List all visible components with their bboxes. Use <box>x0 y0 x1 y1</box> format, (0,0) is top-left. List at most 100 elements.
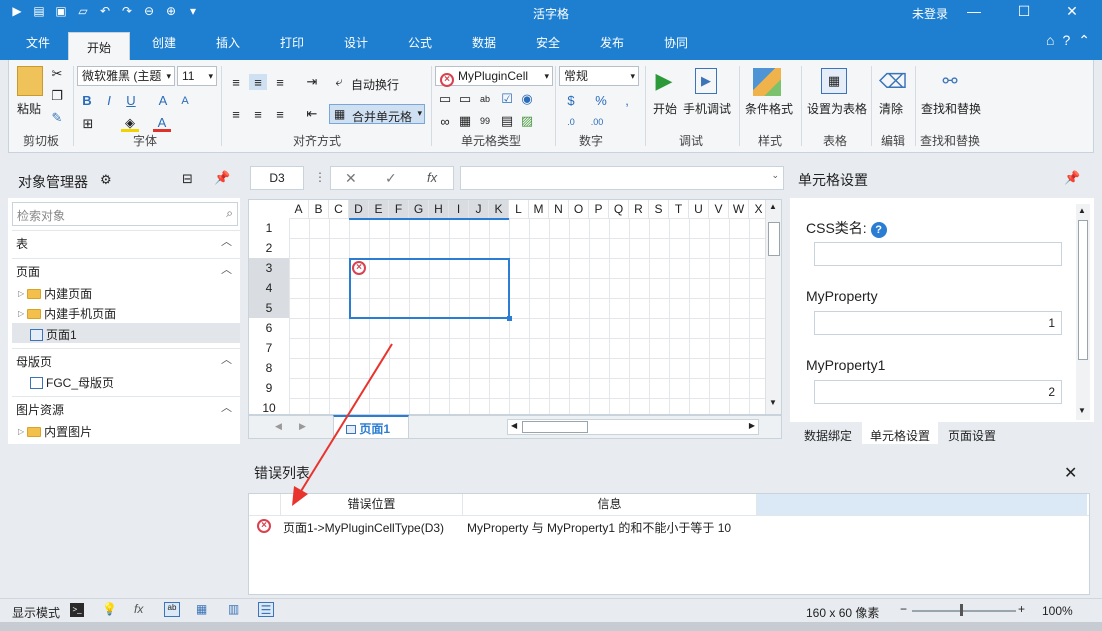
selected-range-d3[interactable]: × <box>349 258 512 321</box>
celltype-grid-icon[interactable]: ▤ <box>499 113 515 128</box>
select-all-corner[interactable] <box>249 200 289 218</box>
settings-scrollbar[interactable]: ▲ ▼ <box>1076 204 1090 420</box>
tree-item-master-page[interactable]: FGC_母版页 <box>30 374 114 391</box>
tab-formula[interactable]: 公式 <box>396 34 444 51</box>
celltype-number-icon[interactable]: 99 <box>477 114 493 128</box>
column-header[interactable]: U <box>689 200 709 218</box>
row-header[interactable]: 4 <box>249 278 289 298</box>
fx-icon[interactable]: fx <box>134 602 143 616</box>
column-header[interactable]: A <box>289 200 309 218</box>
currency-icon[interactable]: $ <box>561 92 581 108</box>
set-table-button[interactable]: 设置为表格 <box>807 100 867 117</box>
section-images[interactable]: 图片资源 ︿ <box>12 396 240 418</box>
collapse-all-icon[interactable]: ⊟ <box>182 171 193 187</box>
tab-cell-settings[interactable]: 单元格设置 <box>862 422 939 444</box>
bold-icon[interactable]: B <box>79 92 95 108</box>
fill-color-icon[interactable]: ◈ <box>121 115 139 132</box>
celltype-button-icon[interactable]: ▭ <box>437 91 453 106</box>
font-size-select[interactable]: 11 ▾ <box>177 66 217 86</box>
cut-icon[interactable]: ✂ <box>49 66 65 82</box>
formula-input[interactable]: ⌄ <box>460 166 784 190</box>
zoom-in-icon[interactable]: + <box>1018 602 1025 616</box>
celltype-link-icon[interactable]: ∞ <box>437 114 453 129</box>
css-class-input[interactable] <box>814 242 1062 266</box>
tab-insert[interactable]: 插入 <box>204 34 252 51</box>
help-icon[interactable]: ? <box>1062 32 1070 49</box>
section-pages[interactable]: 页面 ︿ <box>12 258 240 280</box>
maximize-button[interactable]: ☐ <box>1014 3 1034 20</box>
number-format-select[interactable]: 常规 ▾ <box>559 66 639 86</box>
column-header[interactable]: F <box>389 200 409 218</box>
more-options-icon[interactable]: ⋮ <box>314 170 326 184</box>
border-icon[interactable]: ⊞ <box>79 116 97 132</box>
merge-cells-button[interactable]: ▦ 合并单元格 ▾ <box>329 104 425 124</box>
column-header[interactable]: N <box>549 200 569 218</box>
collapse-ribbon-icon[interactable]: ⌃ <box>1078 32 1090 49</box>
pin-icon[interactable]: 📌 <box>1064 170 1080 186</box>
underline-icon[interactable]: U <box>123 92 139 108</box>
tab-data[interactable]: 数据 <box>460 34 508 51</box>
label-icon[interactable]: ab <box>164 602 180 617</box>
column-header[interactable]: R <box>629 200 649 218</box>
insert-function-button[interactable]: fx <box>427 170 437 185</box>
clear-icon[interactable]: ⌫ <box>879 68 907 94</box>
tab-collab[interactable]: 协同 <box>652 34 700 51</box>
column-header[interactable]: C <box>329 200 349 218</box>
scroll-thumb[interactable] <box>768 222 780 256</box>
shrink-font-icon[interactable]: A <box>177 94 193 108</box>
section-master-pages[interactable]: 母版页 ︿ <box>12 348 240 370</box>
celltype-image-icon[interactable]: ▨ <box>519 113 535 128</box>
close-button[interactable]: ✕ <box>1062 3 1082 20</box>
tab-home[interactable]: 开始 <box>68 32 130 60</box>
start-debug-button[interactable]: 开始 <box>653 100 677 117</box>
settings-gear-icon[interactable]: ⚙ <box>100 172 112 188</box>
column-header[interactable]: P <box>589 200 609 218</box>
settings-scroll-thumb[interactable] <box>1078 220 1088 360</box>
minimize-button[interactable]: — <box>964 3 984 19</box>
database-icon[interactable]: ▦ <box>196 602 207 616</box>
cancel-icon[interactable]: ✕ <box>345 170 357 187</box>
celltype-table-icon[interactable]: ▦ <box>457 113 473 128</box>
column-header[interactable]: D <box>349 200 369 218</box>
increase-decimal-icon[interactable]: .0 <box>561 114 581 130</box>
column-header[interactable]: S <box>649 200 669 218</box>
tab-page-settings[interactable]: 页面设置 <box>948 427 996 444</box>
set-table-icon[interactable]: ▦ <box>821 68 847 94</box>
comma-icon[interactable]: , <box>619 92 635 108</box>
tab-publish[interactable]: 发布 <box>588 34 636 51</box>
paste-button[interactable]: 粘贴 <box>17 100 41 117</box>
format-painter-icon[interactable]: ✎ <box>49 110 65 126</box>
wrap-text-button[interactable]: 自动换行 <box>351 76 399 93</box>
start-debug-icon[interactable]: ▶ <box>653 68 675 94</box>
mobile-debug-icon[interactable]: ▶ <box>695 68 717 94</box>
tab-file[interactable]: 文件 <box>14 34 62 51</box>
column-header[interactable]: B <box>309 200 329 218</box>
align-bottom-icon[interactable]: ≡ <box>271 74 289 90</box>
close-icon[interactable]: ✕ <box>1064 463 1077 483</box>
font-color-icon[interactable]: A <box>153 115 171 132</box>
celltype-textbox-icon[interactable]: ▭ <box>457 91 473 106</box>
chart-icon[interactable]: ▥ <box>228 602 239 616</box>
row-header[interactable]: 1 <box>249 218 289 238</box>
align-center-icon[interactable]: ≡ <box>249 106 267 122</box>
tab-print[interactable]: 打印 <box>268 34 316 51</box>
column-header[interactable]: Q <box>609 200 629 218</box>
section-tables[interactable]: 表 ︿ <box>12 230 240 252</box>
tree-item-page1[interactable]: 页面1 <box>30 326 77 343</box>
bulb-icon[interactable]: 💡 <box>102 602 117 616</box>
column-header[interactable]: M <box>529 200 549 218</box>
row-header[interactable]: 3 <box>249 258 289 278</box>
font-family-select[interactable]: 微软雅黑 (主题 ▾ <box>77 66 175 86</box>
zoom-out-icon[interactable]: − <box>900 602 907 616</box>
column-header[interactable]: O <box>569 200 589 218</box>
display-mode-label[interactable]: 显示模式 <box>12 604 60 621</box>
tab-data-binding[interactable]: 数据绑定 <box>804 427 852 444</box>
home-icon[interactable]: ⌂ <box>1046 32 1054 49</box>
column-header[interactable]: H <box>429 200 449 218</box>
pin-icon[interactable]: 📌 <box>214 170 230 186</box>
tab-create[interactable]: 创建 <box>140 34 188 51</box>
italic-icon[interactable]: I <box>101 92 117 108</box>
outdent-icon[interactable]: ⇤ <box>303 106 321 122</box>
column-header[interactable]: J <box>469 200 489 218</box>
row-header[interactable]: 2 <box>249 238 289 258</box>
